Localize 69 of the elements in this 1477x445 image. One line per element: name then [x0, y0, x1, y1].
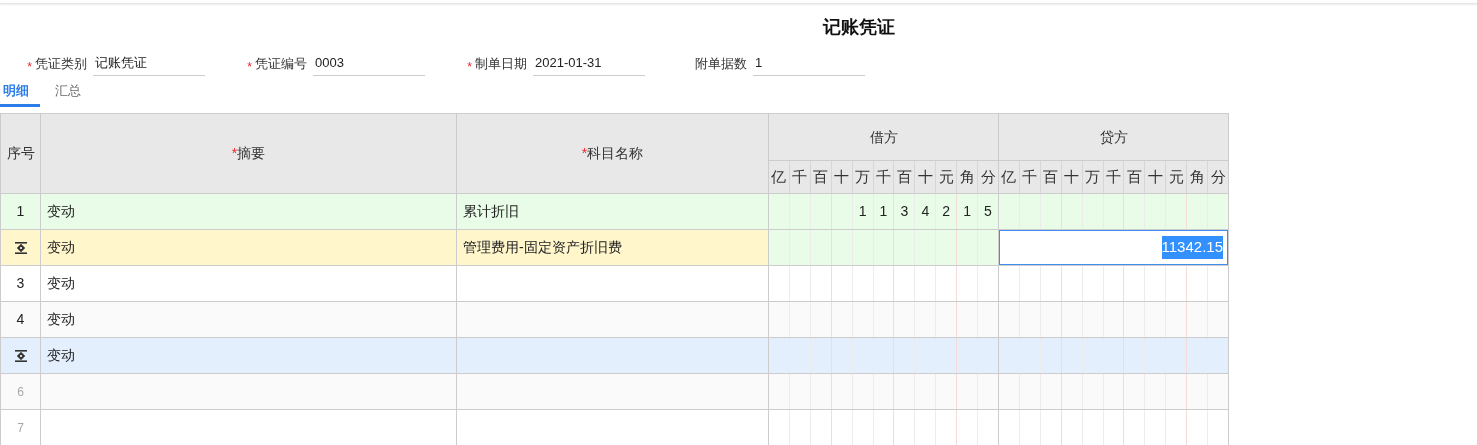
column-header: 贷方 — [999, 114, 1228, 161]
digit: 1 — [858, 202, 867, 221]
unit-header: 百 — [1124, 161, 1146, 193]
input-field[interactable]: 1 — [753, 52, 865, 76]
table-cell-text: 变动 — [47, 202, 75, 221]
required-mark: * — [231, 144, 238, 163]
required-mark: * — [467, 60, 472, 74]
digit: 3 — [900, 202, 909, 221]
row-menu-icon[interactable] — [13, 240, 28, 255]
field-label: 制单日期 — [475, 54, 527, 73]
digit: 1 — [963, 202, 971, 221]
unit-header: 百 — [1040, 161, 1062, 193]
unit-header: 万 — [852, 161, 874, 193]
input-field[interactable]: 2021-01-31 — [533, 52, 645, 76]
tab[interactable]: 明细 — [0, 81, 40, 107]
unit-header: 十 — [1061, 161, 1083, 193]
digit: 5 — [984, 202, 992, 221]
row-number: 6 — [17, 383, 24, 401]
table-cell-text: 变动 — [47, 238, 75, 257]
unit-header: 亿 — [999, 161, 1020, 193]
column-label: 摘要 — [237, 144, 266, 163]
table-row[interactable]: 变动 管理费用-固定资产折旧费 11342.15 — [1, 230, 1229, 266]
table-cell-text: 累计折旧 — [463, 202, 519, 221]
unit-header: 角 — [1187, 161, 1209, 193]
unit-header: 十 — [915, 161, 937, 193]
table-cell-text: 变动 — [47, 346, 75, 365]
unit-header: 十 — [1145, 161, 1167, 193]
input-field[interactable]: 记账凭证 — [93, 52, 205, 76]
table-cell-text: 变动 — [47, 274, 75, 293]
unit-header: 千 — [1103, 161, 1125, 193]
unit-header: 元 — [1166, 161, 1188, 193]
field-label: 凭证类别 — [35, 54, 87, 73]
field-label: 附单据数 — [695, 54, 747, 73]
row-number: 7 — [17, 419, 24, 437]
column-label: 科目名称 — [587, 144, 644, 163]
column-header: 借方 — [769, 114, 998, 161]
row-menu-icon[interactable] — [13, 348, 28, 363]
digit: 2 — [942, 202, 951, 221]
unit-header: 分 — [1209, 166, 1227, 187]
table-row[interactable]: 3 变动 — [1, 266, 1229, 302]
page-title: 记账凭证 — [823, 15, 895, 39]
table-row[interactable]: 4 变动 — [1, 302, 1229, 338]
unit-header: 千 — [789, 161, 811, 193]
digit: 4 — [921, 202, 930, 221]
row-number: 4 — [16, 310, 25, 329]
unit-header: 百 — [810, 161, 832, 193]
unit-header: 亿 — [769, 161, 790, 193]
required-mark: * — [27, 60, 32, 74]
unit-header: 千 — [1019, 161, 1041, 193]
row-number: 3 — [16, 274, 25, 293]
field-label: 凭证编号 — [255, 54, 307, 73]
unit-header: 十 — [831, 161, 853, 193]
table-cell-text: 管理费用-固定资产折旧费 — [463, 238, 622, 257]
tab[interactable]: 汇总 — [48, 81, 88, 107]
input-field[interactable]: 0003 — [313, 52, 425, 76]
unit-header: 角 — [957, 161, 979, 193]
required-mark: * — [247, 60, 252, 74]
table-cell-text: 变动 — [47, 310, 75, 329]
required-mark: * — [581, 144, 588, 163]
table-row[interactable]: 变动 — [1, 338, 1229, 374]
unit-header: 万 — [1082, 161, 1104, 193]
table-row[interactable]: 1 变动 累计折旧 1 1 3 4 2 1 5 — [1, 194, 1229, 230]
unit-header: 百 — [894, 161, 916, 193]
digit: 1 — [879, 202, 888, 221]
row-number: 1 — [16, 202, 25, 221]
unit-header: 千 — [873, 161, 895, 193]
unit-header: 元 — [936, 161, 958, 193]
column-label: 序号 — [6, 144, 35, 163]
unit-header: 分 — [979, 166, 997, 187]
